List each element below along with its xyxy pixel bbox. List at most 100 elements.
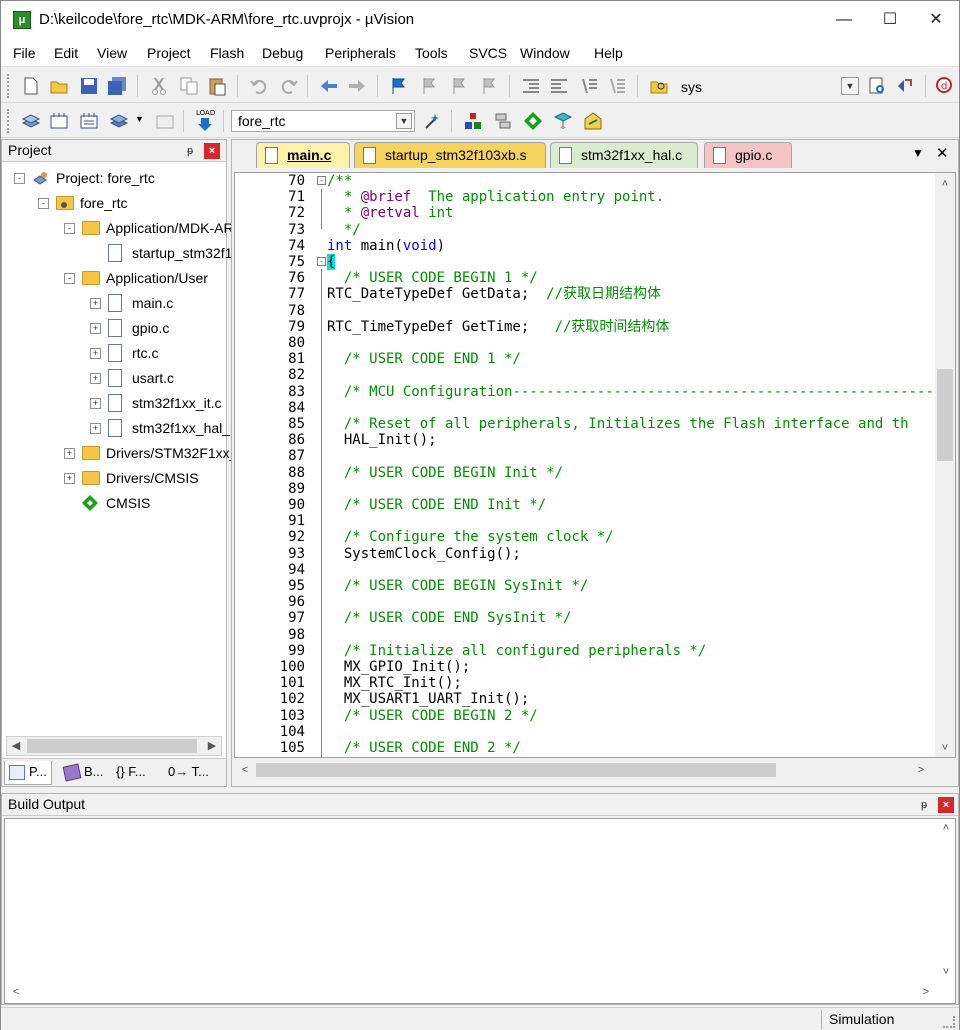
close-button[interactable]: ✕ [913,1,959,39]
tree-item[interactable]: - Application/MDK-ARM [2,218,245,240]
undo-icon[interactable] [249,76,269,96]
tree-item[interactable]: + gpio.c [2,318,226,340]
pack-installer-icon[interactable] [553,111,573,131]
scroll-left-icon[interactable]: < [236,761,254,779]
comment-icon[interactable] [579,76,599,96]
scroll-left-icon[interactable]: < [7,983,25,1001]
scroll-thumb[interactable] [27,739,197,753]
scroll-left-icon[interactable]: ◀ [7,737,25,755]
target-options-icon[interactable] [423,111,443,131]
pin-icon[interactable]: ᵽ [182,143,198,159]
editor-horizontal-scrollbar[interactable]: < > [234,760,934,780]
save-icon[interactable] [79,76,99,96]
minimize-button[interactable]: — [821,1,867,39]
expand-icon[interactable]: + [90,373,101,384]
navigate-forward-icon[interactable] [347,76,367,96]
menu-help[interactable]: Help [594,45,623,61]
fold-toggle-icon[interactable]: - [317,257,326,266]
menu-debug[interactable]: Debug [262,45,303,61]
file-extensions-icon[interactable] [463,111,483,131]
tree-item[interactable]: + Drivers/CMSIS [2,468,226,490]
scroll-up-icon[interactable]: ˄ [937,819,955,837]
navigate-back-icon[interactable] [319,76,339,96]
expand-icon[interactable]: + [90,298,101,309]
code-editor[interactable]: 70-/** 71 * @brief The application entry … [234,172,956,758]
debug-restore-icon[interactable] [895,76,915,96]
tree-item[interactable]: + usart.c [2,368,226,390]
incremental-find-icon[interactable] [867,76,887,96]
fold-toggle-icon[interactable]: - [317,176,326,185]
bookmark-clear-icon[interactable] [479,76,499,96]
unindent-icon[interactable] [549,76,569,96]
cut-icon[interactable] [149,76,169,96]
uvision-app-icon[interactable]: μ [13,11,31,29]
scroll-up-icon[interactable]: ˄ [936,175,954,193]
build-output-close-icon[interactable]: × [938,797,954,813]
scroll-thumb[interactable] [256,763,776,777]
target-select[interactable]: fore_rtc ▼ [231,110,415,132]
collapse-icon[interactable]: - [64,273,75,284]
tree-item[interactable]: startup_stm32f103xb.s [2,243,274,265]
uncomment-icon[interactable] [607,76,627,96]
menu-edit[interactable]: Edit [54,45,78,61]
start-debug-icon[interactable]: d [935,76,955,96]
menu-view[interactable]: View [97,45,127,61]
scroll-right-icon[interactable]: > [917,983,935,1001]
scroll-down-icon[interactable]: ˅ [936,739,954,757]
tab-main-c[interactable]: main.c [256,142,350,168]
expand-icon[interactable]: + [64,448,75,459]
new-file-icon[interactable] [21,76,41,96]
tab-stm32f1xx-hal-c[interactable]: stm32f1xx_hal.c [550,142,698,168]
tree-item[interactable]: + main.c [2,293,226,315]
bookmark-next-icon[interactable] [449,76,469,96]
tab-gpio-c[interactable]: gpio.c [704,142,792,168]
tree-item[interactable]: CMSIS [2,493,226,515]
copy-icon[interactable] [179,76,199,96]
tab-project[interactable]: P... [4,761,52,785]
collapse-icon[interactable]: - [64,223,75,234]
collapse-icon[interactable]: - [14,173,25,184]
bookmark-toggle-icon[interactable] [389,76,409,96]
tree-item[interactable]: + Drivers/STM32F1xx_HAL_Driver [2,443,310,465]
scroll-right-icon[interactable]: ▶ [203,737,221,755]
tab-templates[interactable]: 0→ T... [164,761,213,785]
menu-project[interactable]: Project [147,45,191,61]
tree-item[interactable]: - Application/User [2,268,226,290]
menu-file[interactable]: File [13,45,36,61]
menu-window[interactable]: Window [520,45,570,61]
tab-books[interactable]: B... [60,761,108,785]
indent-icon[interactable] [521,76,541,96]
tree-item[interactable]: + stm32f1xx_it.c [2,393,226,415]
tab-startup-s[interactable]: startup_stm32f103xb.s [354,142,546,168]
menu-peripherals[interactable]: Peripherals [325,45,396,61]
menu-flash[interactable]: Flash [210,45,244,61]
tree-item[interactable]: - fore_rtc [2,193,226,215]
close-tab-icon[interactable]: ✕ [936,144,949,162]
scroll-right-icon[interactable]: > [912,761,930,779]
menu-svcs[interactable]: SVCS [469,45,507,61]
project-horizontal-scrollbar[interactable]: ◀ ▶ [6,736,222,756]
expand-icon[interactable]: + [90,323,101,334]
build-icon[interactable] [49,111,69,131]
maximize-button[interactable]: ☐ [867,1,913,39]
expand-icon[interactable]: + [90,398,101,409]
collapse-icon[interactable]: - [38,198,49,209]
tree-item[interactable]: - Project: fore_rtc [2,168,226,190]
scroll-down-icon[interactable]: ˅ [937,963,955,981]
download-load-icon[interactable]: LOAD [195,108,215,132]
editor-vertical-scrollbar[interactable]: ˄ ˅ [935,173,955,757]
stop-build-icon[interactable] [155,111,175,131]
run-time-environment-icon[interactable] [523,111,543,131]
translate-icon[interactable] [21,111,41,131]
expand-icon[interactable]: + [90,423,101,434]
tree-item[interactable]: + rtc.c [2,343,226,365]
batch-build-icon[interactable] [109,111,129,131]
select-software-packs-icon[interactable] [583,111,603,131]
chevron-down-icon[interactable]: ▼ [396,113,412,129]
open-folder-icon[interactable] [49,76,69,96]
expand-icon[interactable]: + [90,348,101,359]
pin-icon[interactable]: ᵽ [916,797,932,813]
tab-functions[interactable]: {} F... [112,761,150,785]
tab-list-dropdown-icon[interactable]: ▼ [912,146,924,160]
find-combo-arrow[interactable]: ▼ [841,77,859,95]
